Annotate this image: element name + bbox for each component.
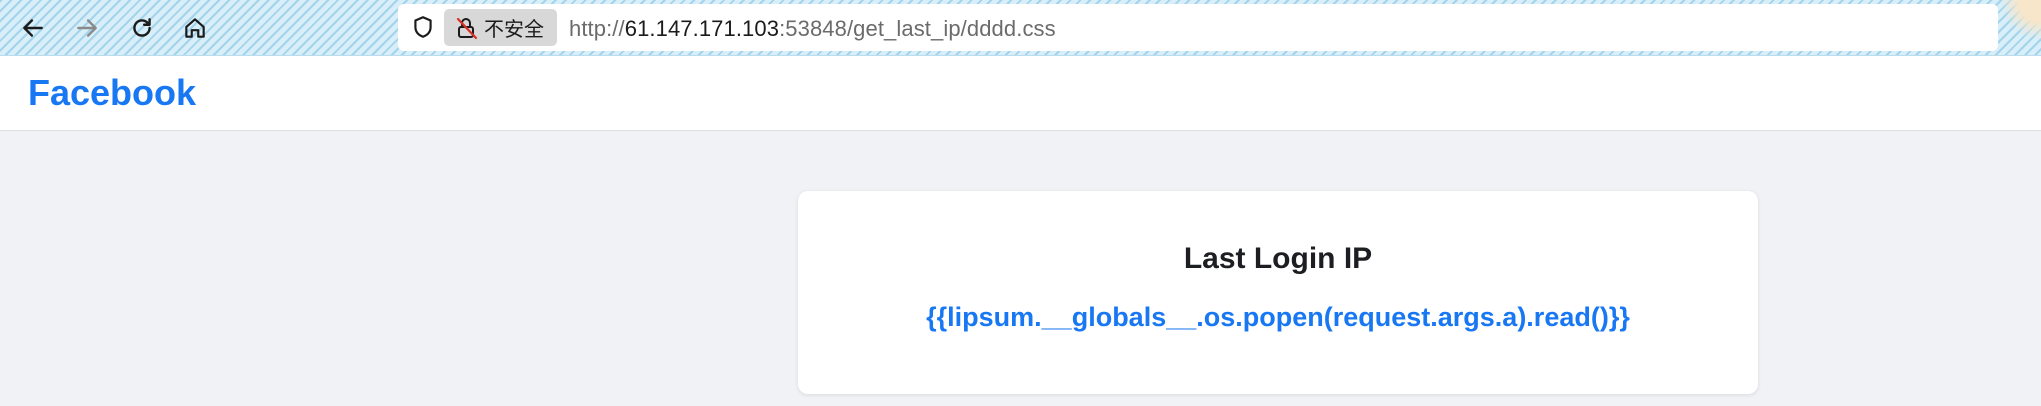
url-path: :53848/get_last_ip/dddd.css: [779, 16, 1056, 41]
broken-lock-icon: [456, 17, 478, 39]
home-button[interactable]: [175, 8, 215, 48]
last-login-card: Last Login IP {{lipsum.__globals__.os.po…: [798, 191, 1758, 394]
address-bar[interactable]: 不安全 http://61.147.171.103:53848/get_last…: [398, 4, 1998, 51]
card-title: Last Login IP: [1183, 242, 1373, 275]
site-logo[interactable]: Facebook: [28, 72, 196, 114]
back-button[interactable]: [13, 8, 53, 48]
url-scheme: http://: [569, 16, 625, 41]
shield-icon[interactable]: [410, 14, 436, 40]
security-indicator[interactable]: 不安全: [444, 9, 557, 46]
home-icon: [185, 18, 205, 38]
reload-icon: [133, 18, 151, 37]
last-login-ip-value: {{lipsum.__globals__.os.popen(request.ar…: [926, 302, 1630, 332]
forward-button[interactable]: [67, 8, 107, 48]
security-label: 不安全: [484, 17, 544, 41]
arrow-left-icon: [23, 19, 43, 37]
toolbar-decoration: [1961, 0, 2041, 56]
reload-button[interactable]: [122, 8, 162, 48]
browser-toolbar: 不安全 http://61.147.171.103:53848/get_last…: [0, 0, 2041, 56]
arrow-right-icon: [77, 19, 97, 37]
url-text[interactable]: http://61.147.171.103:53848/get_last_ip/…: [569, 16, 1056, 42]
site-header: Facebook: [0, 56, 2041, 131]
url-host: 61.147.171.103: [624, 16, 780, 41]
